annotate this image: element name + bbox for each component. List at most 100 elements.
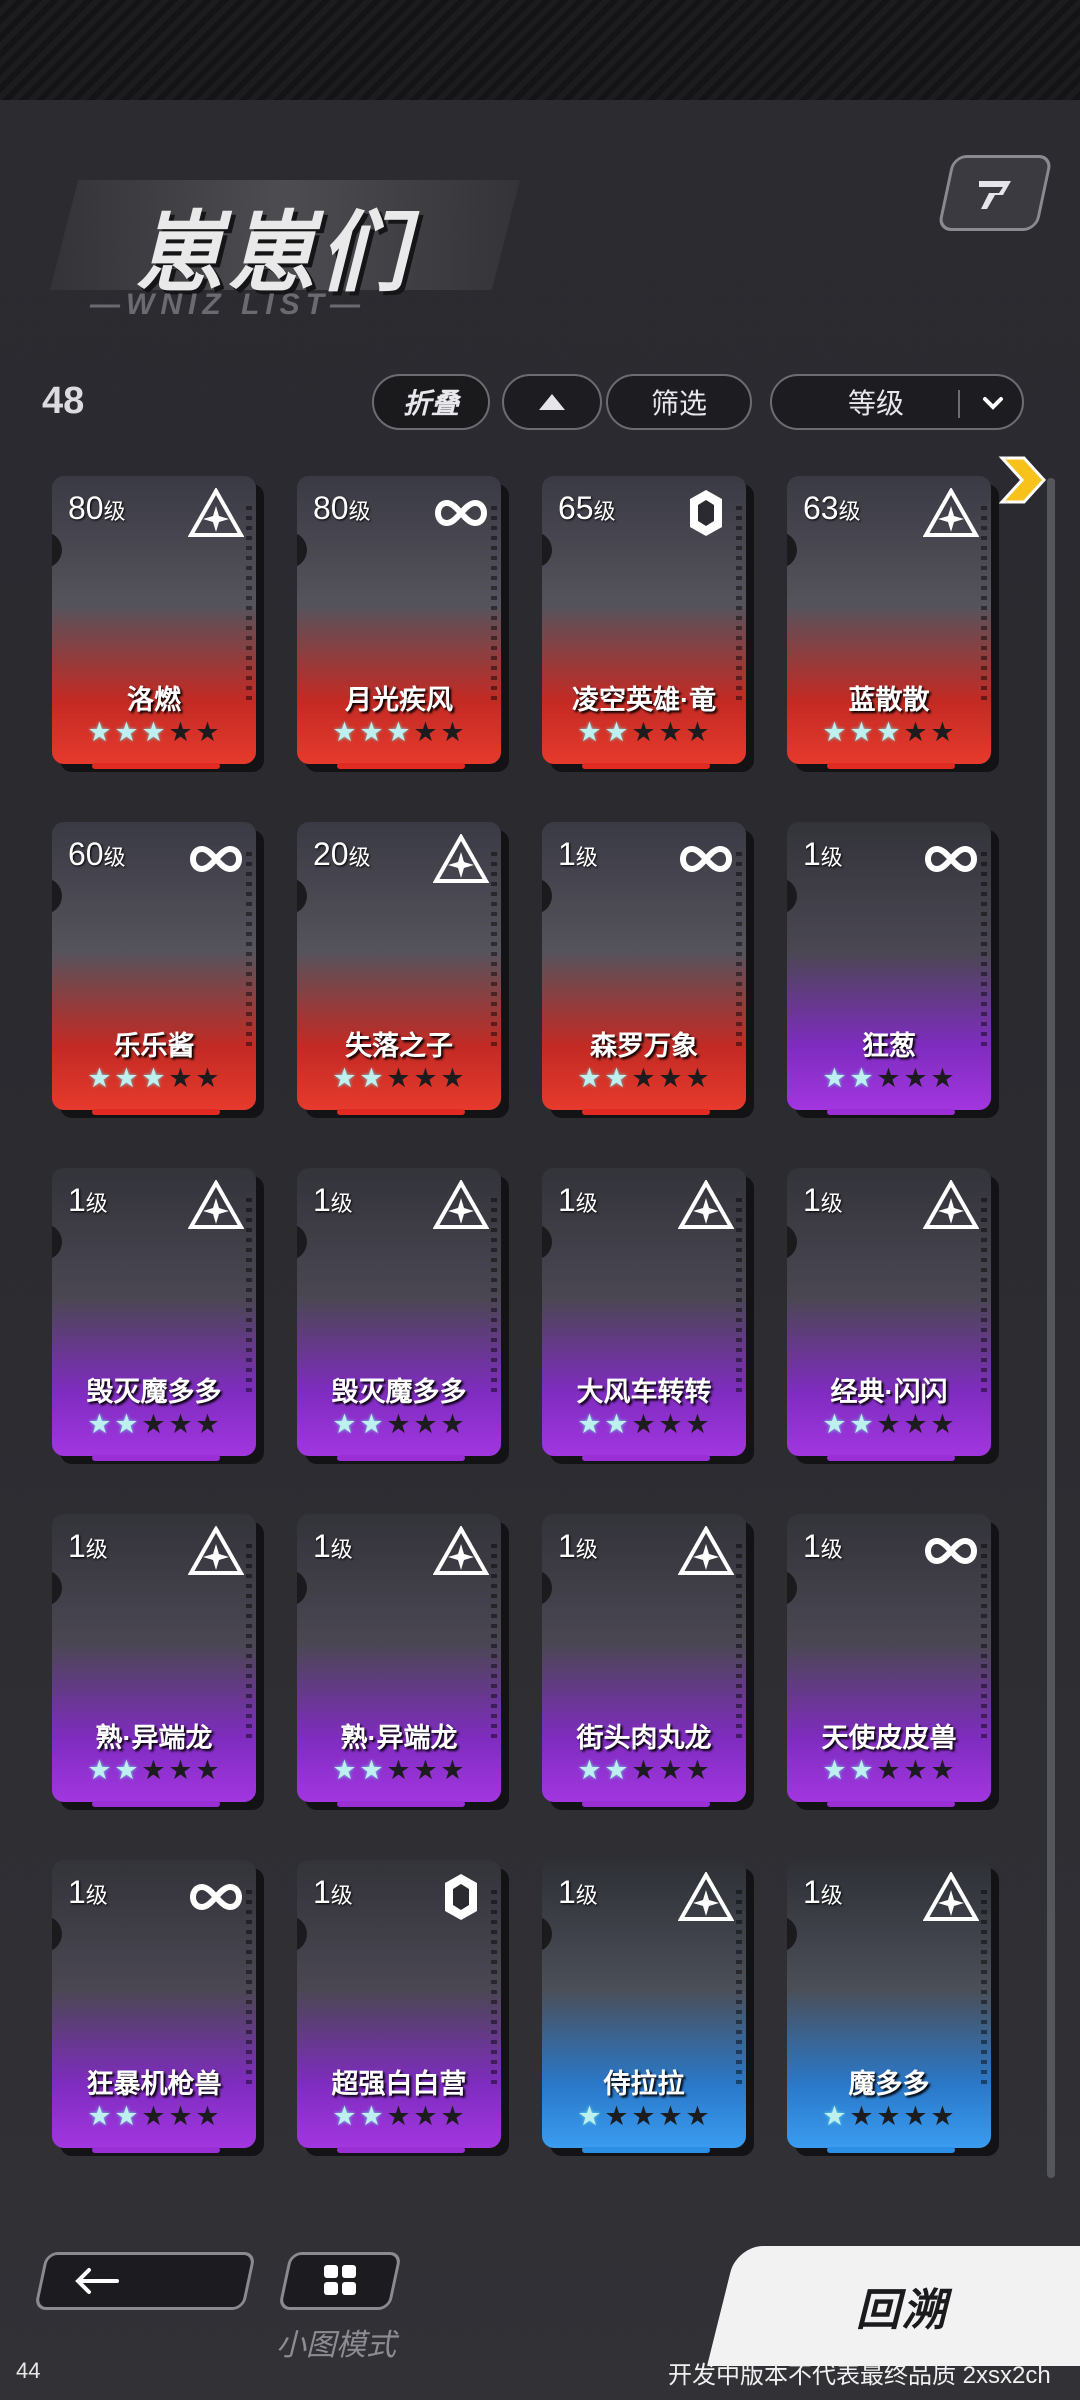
- pet-name: 洛燃: [127, 685, 181, 715]
- star-icon: ★: [87, 1755, 112, 1785]
- star-icon: ★: [930, 1063, 955, 1093]
- pet-level: 1级: [68, 1528, 108, 1565]
- pet-level-value: 63: [803, 490, 839, 526]
- pet-card[interactable]: 20级 失落之子 ★ ★ ★ ★ ★: [297, 822, 513, 1120]
- pet-card[interactable]: 1级 狂暴机枪兽 ★ ★ ★ ★ ★: [52, 1860, 268, 2158]
- rarity-bar: [92, 1109, 220, 1115]
- small-view-label: 小图模式: [276, 2329, 396, 2362]
- pet-level-unit: 级: [330, 1883, 353, 1908]
- pet-card[interactable]: 1级 天使皮皮兽 ★ ★ ★ ★ ★: [787, 1514, 1003, 1812]
- pet-card-frame: 1级 大风车转转 ★ ★ ★ ★ ★: [542, 1168, 746, 1456]
- scrollbar[interactable]: [1047, 478, 1055, 2178]
- star-icon: ★: [413, 717, 438, 747]
- back-button[interactable]: [33, 2252, 257, 2310]
- card-edge-ticks: [981, 852, 987, 1052]
- star-icon: ★: [658, 1755, 683, 1785]
- card-edge-ticks: [246, 1198, 252, 1398]
- pet-card-frame: 80级洛燃 ★ ★ ★ ★ ★: [52, 476, 256, 764]
- card-edge-ticks: [981, 506, 987, 706]
- pet-card[interactable]: 1级 街头肉丸龙 ★ ★ ★ ★ ★: [542, 1514, 758, 1812]
- pet-card[interactable]: 1级 经典·闪闪 ★ ★ ★ ★ ★: [787, 1168, 1003, 1466]
- pet-level-value: 1: [803, 1182, 821, 1218]
- star-icon: ★: [413, 1755, 438, 1785]
- pet-card[interactable]: 1级 毁灭魔多多 ★ ★ ★ ★ ★: [52, 1168, 268, 1466]
- pet-card-frame: 80级 月光疾风 ★ ★ ★ ★ ★: [297, 476, 501, 764]
- star-icon: ★: [386, 717, 411, 747]
- star-icon: ★: [168, 2101, 193, 2131]
- pet-level: 60级: [68, 836, 126, 873]
- fold-button[interactable]: 折叠: [372, 374, 490, 430]
- pet-level: 1级: [68, 1182, 108, 1219]
- star-rating: ★ ★ ★ ★ ★: [821, 1410, 961, 1438]
- star-icon: ★: [168, 1409, 193, 1439]
- star-icon: ★: [604, 1063, 629, 1093]
- card-edge-ticks: [736, 1890, 742, 2090]
- star-icon: ★: [631, 1409, 656, 1439]
- star-icon: ★: [604, 2101, 629, 2131]
- pet-card[interactable]: 1级 大风车转转 ★ ★ ★ ★ ★: [542, 1168, 758, 1466]
- pet-card[interactable]: 65级 凌空英雄·竜 ★ ★ ★ ★ ★: [542, 476, 758, 774]
- star-icon: ★: [604, 1409, 629, 1439]
- share-button[interactable]: [936, 155, 1054, 231]
- star-rating: ★ ★ ★ ★ ★: [821, 1756, 961, 1784]
- pet-card[interactable]: 1级 毁灭魔多多 ★ ★ ★ ★ ★: [297, 1168, 513, 1466]
- rarity-bar: [827, 1801, 955, 1807]
- star-rating: ★ ★ ★ ★ ★: [86, 718, 226, 746]
- star-rating: ★ ★ ★ ★ ★: [331, 1756, 471, 1784]
- star-icon: ★: [413, 2101, 438, 2131]
- star-rating: ★ ★ ★ ★ ★: [86, 1064, 226, 1092]
- pet-card[interactable]: 1级 熟·异端龙 ★ ★ ★ ★ ★: [52, 1514, 268, 1812]
- star-icon: ★: [658, 2101, 683, 2131]
- star-icon: ★: [658, 1409, 683, 1439]
- star-rating: ★ ★ ★ ★ ★: [86, 1756, 226, 1784]
- star-icon: ★: [87, 1409, 112, 1439]
- pet-card[interactable]: 1级 森罗万象 ★ ★ ★ ★ ★: [542, 822, 758, 1120]
- pet-card-frame: 1级 熟·异端龙 ★ ★ ★ ★ ★: [297, 1514, 501, 1802]
- pet-name: 熟·异端龙: [340, 1723, 458, 1753]
- triangle-icon: [677, 1178, 735, 1230]
- star-rating: ★ ★ ★ ★ ★: [86, 2102, 226, 2130]
- pet-card[interactable]: 60级 乐乐酱 ★ ★ ★ ★ ★: [52, 822, 268, 1120]
- pet-card[interactable]: 1级 狂葱 ★ ★ ★ ★ ★: [787, 822, 1003, 1120]
- pet-level: 1级: [558, 836, 598, 873]
- infinity-icon: [923, 834, 979, 884]
- pet-level: 80级: [68, 490, 126, 527]
- pet-level-unit: 级: [330, 1537, 353, 1562]
- pet-level-value: 1: [313, 1182, 331, 1218]
- star-icon: ★: [930, 1755, 955, 1785]
- sort-select[interactable]: 等级: [770, 374, 1024, 430]
- small-view-button[interactable]: [277, 2252, 403, 2310]
- star-icon: ★: [822, 2101, 847, 2131]
- bottom-bar: 小图模式 回溯 开发中版本不代表最终品质 2xsx2ch 44: [0, 2220, 1080, 2400]
- pet-card[interactable]: 80级 月光疾风 ★ ★ ★ ★ ★: [297, 476, 513, 774]
- card-edge-ticks: [491, 852, 497, 1052]
- scrollbar-thumb[interactable]: [1047, 478, 1055, 2178]
- pet-card[interactable]: 1级 超强白白营 ★ ★ ★ ★ ★: [297, 1860, 513, 2158]
- triangle-icon: [187, 1524, 245, 1576]
- pet-card[interactable]: 1级 侍拉拉 ★ ★ ★ ★ ★: [542, 1860, 758, 2158]
- filter-button[interactable]: 筛选: [606, 374, 752, 430]
- pet-card[interactable]: 1级 熟·异端龙 ★ ★ ★ ★ ★: [297, 1514, 513, 1812]
- triangle-icon: [922, 1178, 980, 1230]
- triangle-icon: [187, 486, 245, 538]
- chevron-down-icon: [983, 397, 1003, 410]
- recall-button[interactable]: 回溯: [707, 2246, 1080, 2366]
- pet-card[interactable]: 1级 魔多多 ★ ★ ★ ★ ★: [787, 1860, 1003, 2158]
- pet-card-frame: 1级 魔多多 ★ ★ ★ ★ ★: [787, 1860, 991, 2148]
- pet-card[interactable]: 80级洛燃 ★ ★ ★ ★ ★: [52, 476, 268, 774]
- star-icon: ★: [87, 717, 112, 747]
- triangle-icon: [432, 1178, 490, 1230]
- rarity-bar: [827, 763, 955, 769]
- pet-level: 1级: [558, 1528, 598, 1565]
- star-icon: ★: [332, 2101, 357, 2131]
- infinity-icon: [678, 834, 734, 884]
- star-icon: ★: [386, 1409, 411, 1439]
- sort-direction-button[interactable]: [502, 374, 602, 430]
- star-icon: ★: [195, 2101, 220, 2131]
- pet-name: 天使皮皮兽: [821, 1723, 957, 1753]
- star-rating: ★ ★ ★ ★ ★: [821, 718, 961, 746]
- pet-level-value: 1: [313, 1874, 331, 1910]
- triangle-icon: [677, 1870, 735, 1922]
- star-icon: ★: [577, 717, 602, 747]
- pet-card[interactable]: 63级 蓝散散 ★ ★ ★ ★ ★: [787, 476, 1003, 774]
